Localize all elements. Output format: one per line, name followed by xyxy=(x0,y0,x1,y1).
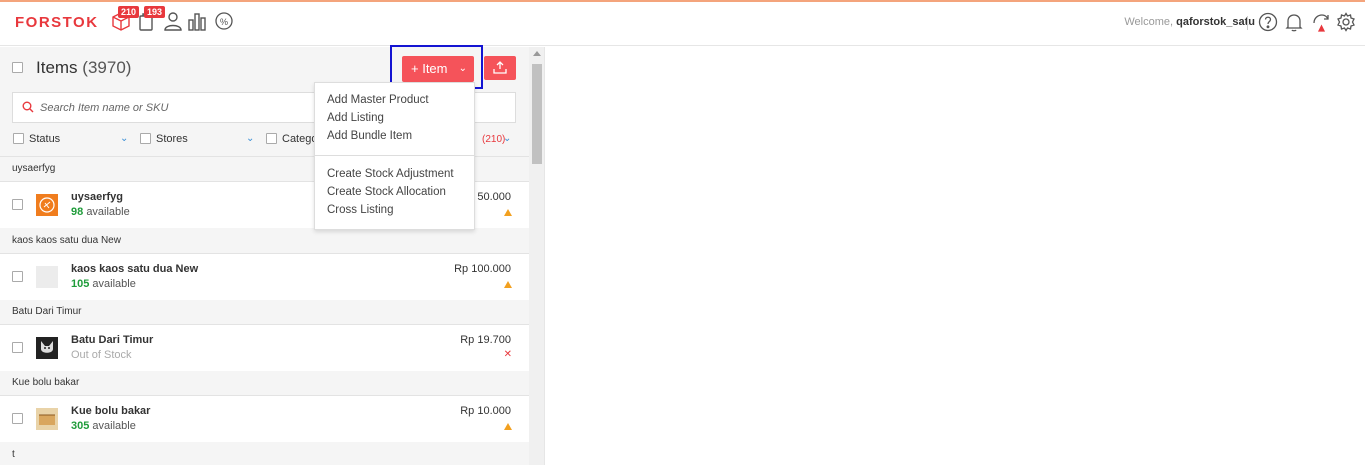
category-filter-label: Catego xyxy=(282,133,318,145)
group-label: Batu Dari Timur xyxy=(12,306,82,317)
warning-icon xyxy=(504,281,512,288)
filter-count: (210) xyxy=(482,134,506,145)
list-item[interactable]: Kue bolu bakar 305 available Rp 10.000 xyxy=(0,396,529,442)
item-stock: 305 available xyxy=(71,420,136,432)
row-checkbox[interactable] xyxy=(12,342,23,353)
stock-suffix: available xyxy=(92,420,136,432)
add-item-dropdown: Add Master Product Add Listing Add Bundl… xyxy=(314,82,475,230)
user-icon[interactable] xyxy=(163,11,183,33)
scroll-up-arrow[interactable] xyxy=(533,51,541,56)
page-title: Items (3970) xyxy=(36,58,131,78)
category-filter[interactable]: Catego xyxy=(266,133,317,145)
list-item[interactable]: kaos kaos satu dua New 105 available Rp … xyxy=(0,254,529,300)
status-filter-checkbox[interactable] xyxy=(13,133,24,144)
item-thumbnail xyxy=(36,266,58,288)
group-label: kaos kaos satu dua New xyxy=(12,235,121,246)
row-checkbox[interactable] xyxy=(12,271,23,282)
item-price: Rp 10.000 xyxy=(460,405,511,417)
item-thumbnail xyxy=(36,194,58,216)
item-thumbnail xyxy=(36,408,58,430)
items-count: (3970) xyxy=(82,58,132,77)
top-header: FORSTOK 210 193 % Welcome, qaforstok_sat… xyxy=(0,2,1365,46)
menu-item-add-bundle-item[interactable]: Add Bundle Item xyxy=(327,130,412,142)
item-name[interactable]: Batu Dari Timur xyxy=(71,334,153,346)
category-filter-checkbox[interactable] xyxy=(266,133,277,144)
item-thumbnail xyxy=(36,337,58,359)
menu-item-add-listing[interactable]: Add Listing xyxy=(327,112,384,124)
row-checkbox[interactable] xyxy=(12,413,23,424)
status-filter-label: Status xyxy=(29,133,61,145)
chevron-down-icon[interactable]: ⌄ xyxy=(120,133,128,144)
header-divider xyxy=(1247,16,1248,30)
item-stock: Out of Stock xyxy=(71,349,132,361)
orders-badge: 210 xyxy=(118,6,140,18)
svg-text:%: % xyxy=(220,17,228,27)
item-price: Rp 100.000 xyxy=(454,263,511,275)
menu-divider xyxy=(315,155,474,156)
group-label: uysaerfyg xyxy=(12,163,56,174)
stock-suffix: available xyxy=(86,206,130,218)
error-x-icon: ✕ xyxy=(503,349,512,360)
group-label: Kue bolu bakar xyxy=(12,377,80,388)
upload-icon xyxy=(493,61,507,74)
stores-filter-checkbox[interactable] xyxy=(140,133,151,144)
scroll-thumb[interactable] xyxy=(532,64,542,164)
sync-alert-icon[interactable] xyxy=(1311,12,1331,32)
row-checkbox[interactable] xyxy=(12,199,23,210)
stock-qty: 98 xyxy=(71,206,84,218)
gear-icon[interactable] xyxy=(1336,12,1356,32)
stock-suffix: available xyxy=(92,278,136,290)
item-price: 50.000 xyxy=(477,191,511,203)
search-icon xyxy=(22,101,34,113)
stores-filter-label: Stores xyxy=(156,133,188,145)
menu-item-cross-listing[interactable]: Cross Listing xyxy=(327,204,393,216)
shipments-badge: 193 xyxy=(144,6,166,18)
warning-icon xyxy=(504,209,512,216)
stock-qty: 305 xyxy=(71,420,90,432)
username[interactable]: qaforstok_satu xyxy=(1176,16,1255,28)
select-all-checkbox[interactable] xyxy=(12,62,23,73)
group-label: t xyxy=(12,449,15,460)
item-name[interactable]: uysaerfyg xyxy=(71,191,123,203)
forstok-logo[interactable]: FORSTOK xyxy=(15,14,99,31)
stock-qty: 105 xyxy=(71,278,90,290)
item-stock: 98 available xyxy=(71,206,130,218)
bell-icon[interactable] xyxy=(1284,12,1304,32)
item-price: Rp 19.700 xyxy=(460,334,511,346)
menu-item-create-stock-allocation[interactable]: Create Stock Allocation xyxy=(327,186,446,198)
scrollbar[interactable] xyxy=(529,47,544,465)
title-text: Items xyxy=(36,58,78,77)
chevron-down-icon[interactable]: ⌄ xyxy=(503,133,511,144)
item-name[interactable]: kaos kaos satu dua New xyxy=(71,263,198,275)
menu-item-create-stock-adjustment[interactable]: Create Stock Adjustment xyxy=(327,168,454,180)
export-button[interactable] xyxy=(484,56,516,80)
help-icon[interactable] xyxy=(1258,12,1278,32)
status-filter[interactable]: Status xyxy=(13,133,60,145)
item-name[interactable]: Kue bolu bakar xyxy=(71,405,150,417)
list-item[interactable]: Batu Dari Timur Out of Stock Rp 19.700 ✕ xyxy=(0,325,529,371)
stores-filter[interactable]: Stores xyxy=(140,133,188,145)
promotion-icon[interactable]: % xyxy=(214,11,234,33)
chevron-down-icon[interactable]: ⌄ xyxy=(246,133,254,144)
item-stock: 105 available xyxy=(71,278,136,290)
bar-chart-icon[interactable] xyxy=(187,11,207,33)
warning-icon xyxy=(504,423,512,430)
welcome-prefix: Welcome, xyxy=(1124,16,1174,28)
menu-item-add-master-product[interactable]: Add Master Product xyxy=(327,94,429,106)
welcome-text: Welcome, qaforstok_satu xyxy=(1124,16,1255,28)
